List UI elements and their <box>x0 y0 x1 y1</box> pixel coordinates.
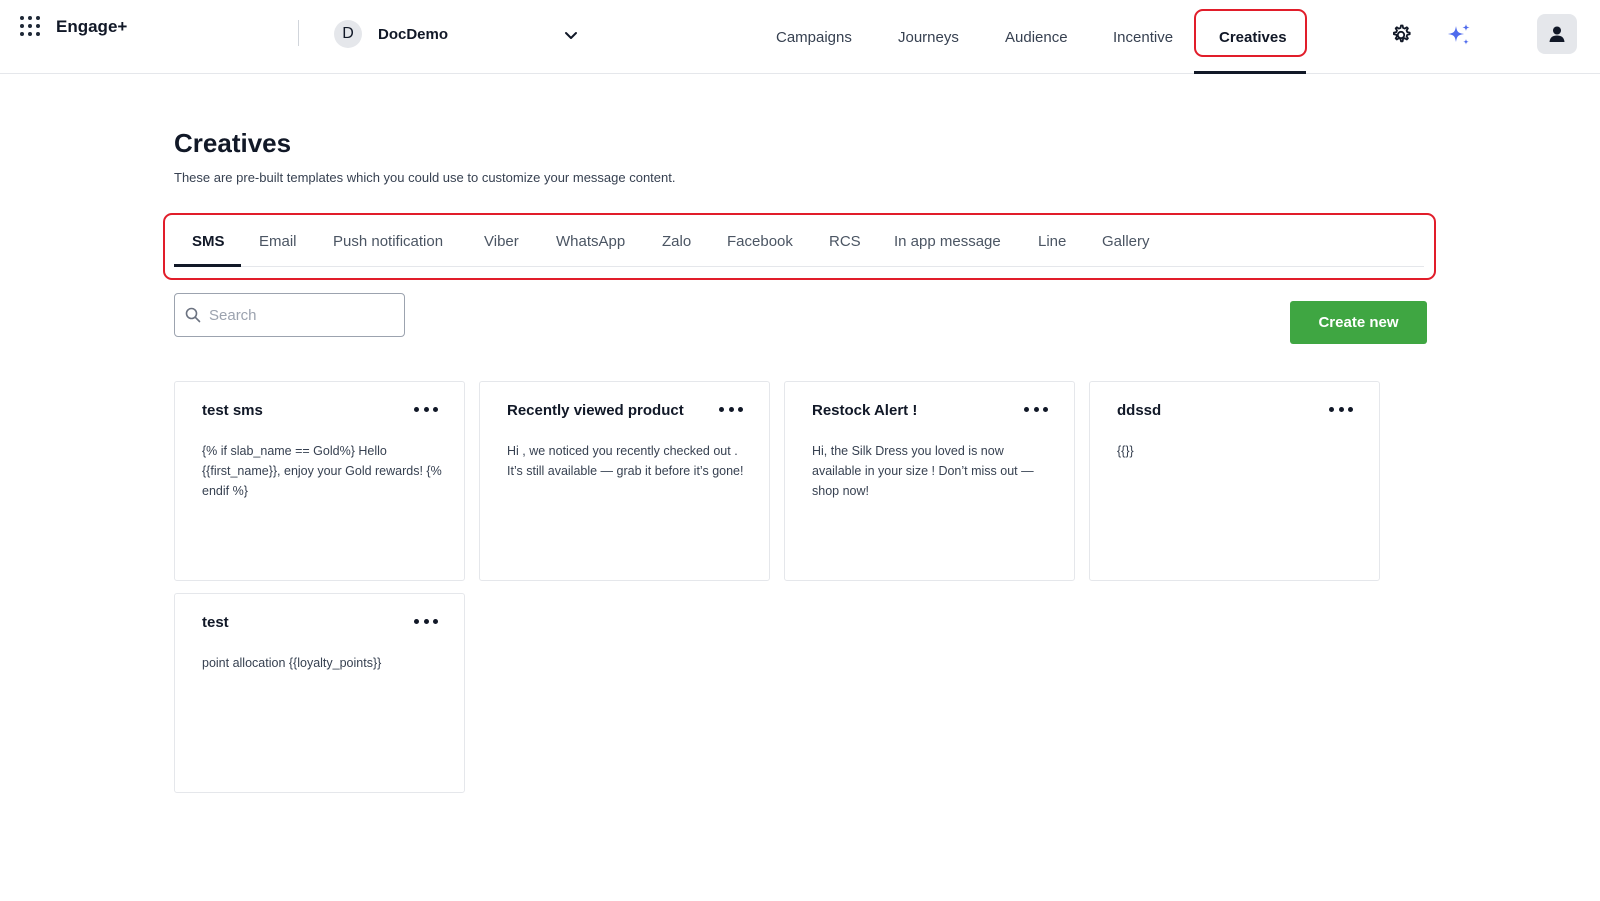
more-options-icon[interactable] <box>1024 407 1048 413</box>
org-avatar: D <box>334 20 362 48</box>
create-new-button[interactable]: Create new <box>1290 301 1427 344</box>
search-box <box>174 293 405 337</box>
apps-grid-icon[interactable] <box>20 16 42 38</box>
tab-zalo[interactable]: Zalo <box>662 233 691 250</box>
more-options-icon[interactable] <box>414 619 438 625</box>
tab-gallery[interactable]: Gallery <box>1102 233 1150 250</box>
card-title: Recently viewed product <box>507 402 684 419</box>
card-title: Restock Alert ! <box>812 402 918 419</box>
more-options-icon[interactable] <box>414 407 438 413</box>
page-title: Creatives <box>174 128 292 158</box>
tab-viber[interactable]: Viber <box>484 233 519 250</box>
nav-audience[interactable]: Audience <box>1005 0 1068 74</box>
search-icon <box>185 307 201 323</box>
ai-sparkle-icon[interactable] <box>1444 20 1474 50</box>
page-subtitle: These are pre-built templates which you … <box>174 170 676 185</box>
nav-active-underline <box>1194 71 1306 74</box>
nav-highlight-box <box>1194 9 1307 57</box>
more-options-icon[interactable] <box>1329 407 1353 413</box>
tab-push-notification[interactable]: Push notification <box>333 233 443 250</box>
brand-logo: Engage+ <box>56 17 128 36</box>
tab-in-app-message[interactable]: In app message <box>894 233 1001 250</box>
card-title: ddssd <box>1117 402 1162 419</box>
nav-incentive[interactable]: Incentive <box>1113 0 1173 74</box>
template-card[interactable]: Recently viewed product Hi , we noticed … <box>479 381 770 581</box>
card-title: test <box>202 614 229 631</box>
card-body: {% if slab_name == Gold%} Hello {{first_… <box>202 444 442 498</box>
tab-line[interactable]: Line <box>1038 233 1066 250</box>
card-title: test sms <box>202 402 263 419</box>
org-name: DocDemo <box>378 25 449 43</box>
top-navigation-bar: Engage+ D DocDemo Campaigns Journeys Aud… <box>0 0 1600 74</box>
tab-facebook[interactable]: Facebook <box>727 233 793 250</box>
org-switcher[interactable]: D DocDemo <box>334 20 594 48</box>
tab-sms[interactable]: SMS <box>192 233 225 250</box>
template-card[interactable]: ddssd {{}} <box>1089 381 1380 581</box>
search-input[interactable] <box>209 306 399 324</box>
tab-active-underline <box>174 264 241 267</box>
chevron-down-icon <box>565 32 577 39</box>
nav-journeys[interactable]: Journeys <box>898 0 959 74</box>
card-body: {{}} <box>1117 444 1134 458</box>
template-card[interactable]: test sms {% if slab_name == Gold%} Hello… <box>174 381 465 581</box>
settings-gear-icon[interactable] <box>1387 21 1415 49</box>
header-divider <box>298 20 299 46</box>
card-body: Hi, the Silk Dress you loved is now avai… <box>812 444 1034 498</box>
profile-avatar[interactable] <box>1537 14 1577 54</box>
template-card[interactable]: test point allocation {{loyalty_points}} <box>174 593 465 793</box>
more-options-icon[interactable] <box>719 407 743 413</box>
template-card[interactable]: Restock Alert ! Hi, the Silk Dress you l… <box>784 381 1075 581</box>
tab-email[interactable]: Email <box>259 233 297 250</box>
tab-whatsapp[interactable]: WhatsApp <box>556 233 625 250</box>
nav-campaigns[interactable]: Campaigns <box>776 0 852 74</box>
tab-rcs[interactable]: RCS <box>829 233 861 250</box>
card-body: Hi , we noticed you recently checked out… <box>507 444 744 478</box>
card-body: point allocation {{loyalty_points}} <box>202 656 382 670</box>
user-icon <box>1549 26 1565 42</box>
